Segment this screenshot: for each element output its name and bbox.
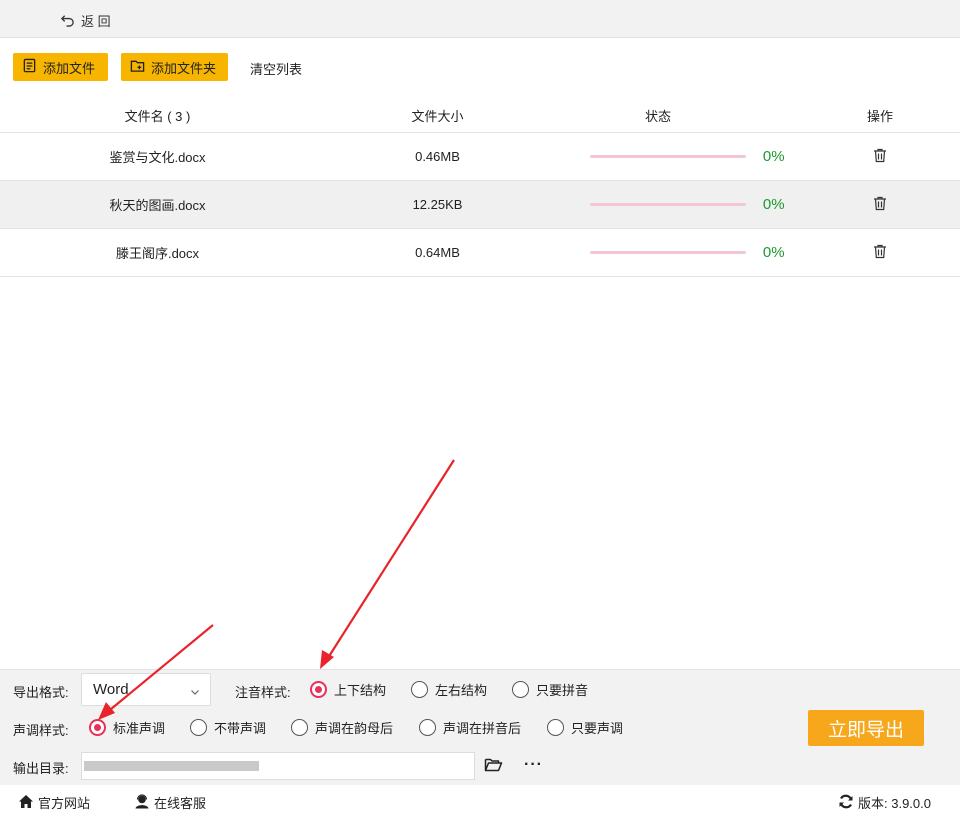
progress-percent: 0% [762, 148, 785, 165]
radio-label: 左右结构 [435, 683, 488, 698]
add-folder-icon [130, 58, 145, 76]
radio-dot [190, 719, 207, 736]
radio-annotation-left-right[interactable]: 左右结构 [411, 680, 487, 699]
action-cell [800, 148, 960, 166]
add-file-label: 添加文件 [43, 60, 96, 76]
more-options-button[interactable]: ··· [524, 756, 543, 774]
export-format-label: 导出格式: [13, 685, 69, 700]
progress-percent: 0% [762, 244, 785, 261]
header-filesize: 文件大小 [411, 108, 464, 124]
file-name: 鉴赏与文化.docx [109, 150, 206, 165]
status-cell: 0% [560, 196, 800, 213]
export-format-select[interactable]: Word [81, 673, 211, 706]
folder-open-icon[interactable] [484, 757, 503, 773]
annotation-style-label: 注音样式: [235, 685, 291, 700]
radio-dot [512, 681, 529, 698]
official-website-label: 官方网站 [38, 796, 91, 811]
delete-icon[interactable] [873, 148, 887, 166]
export-now-button[interactable]: 立即导出 [808, 710, 924, 746]
progress-bar [590, 251, 746, 254]
annotation-arrowhead-annotation-style [320, 650, 334, 669]
support-agent-icon [134, 793, 150, 812]
radio-tone-none[interactable]: 不带声调 [190, 718, 266, 737]
radio-label: 不带声调 [214, 721, 267, 736]
export-format-value: Word [93, 681, 129, 698]
online-support-label: 在线客服 [154, 796, 207, 811]
progress-bar [590, 203, 746, 206]
version-info[interactable]: 版本: 3.9.0.0 [838, 793, 931, 812]
add-folder-label: 添加文件夹 [151, 60, 217, 76]
action-cell [800, 196, 960, 214]
radio-tone-after-final[interactable]: 声调在韵母后 [291, 718, 393, 737]
radio-dot [419, 719, 436, 736]
table-row[interactable]: 滕王阁序.docx 0.64MB 0% [0, 229, 960, 277]
header-status: 状态 [560, 106, 800, 125]
refresh-icon [838, 794, 854, 812]
file-table: 文件名 ( 3 ) 文件大小 状态 操作 鉴赏与文化.docx 0.46MB 0… [0, 98, 960, 277]
action-cell [800, 244, 960, 262]
official-website-link[interactable]: 官方网站 [18, 793, 90, 812]
radio-dot [89, 719, 106, 736]
annotation-arrow-annotation-style [325, 459, 455, 662]
table-row[interactable]: 秋天的图画.docx 12.25KB 0% [0, 181, 960, 229]
radio-annotation-top-bottom[interactable]: 上下结构 [310, 680, 386, 699]
radio-dot [411, 681, 428, 698]
file-size: 0.46MB [415, 149, 460, 164]
radio-dot [310, 681, 327, 698]
radio-label: 上下结构 [334, 683, 387, 698]
radio-tone-after-pinyin[interactable]: 声调在拼音后 [419, 718, 521, 737]
file-size: 12.25KB [412, 197, 463, 212]
file-name: 秋天的图画.docx [109, 198, 206, 213]
radio-annotation-pinyin-only[interactable]: 只要拼音 [512, 680, 588, 699]
delete-icon[interactable] [873, 244, 887, 262]
tone-style-label: 声调样式: [13, 723, 69, 738]
file-name: 滕王阁序.docx [115, 246, 200, 261]
back-arrow-icon [60, 12, 75, 30]
table-row[interactable]: 鉴赏与文化.docx 0.46MB 0% [0, 133, 960, 181]
table-header: 文件名 ( 3 ) 文件大小 状态 操作 [0, 98, 960, 133]
status-cell: 0% [560, 148, 800, 165]
online-support-link[interactable]: 在线客服 [134, 793, 206, 812]
radio-label: 声调在韵母后 [315, 721, 394, 736]
home-icon [18, 794, 34, 812]
toolbar: 添加文件 添加文件夹 清空列表 [0, 38, 960, 96]
radio-label: 标准声调 [113, 721, 166, 736]
header-filename: 文件名 ( 3 ) [124, 108, 191, 124]
delete-icon[interactable] [873, 196, 887, 214]
radio-tone-standard[interactable]: 标准声调 [89, 718, 165, 737]
back-label: 返 回 [81, 14, 111, 29]
radio-label: 声调在拼音后 [443, 721, 522, 736]
file-size: 0.64MB [415, 245, 460, 260]
add-file-button[interactable]: 添加文件 [13, 53, 108, 81]
radio-label: 只要声调 [571, 721, 624, 736]
radio-tone-only[interactable]: 只要声调 [547, 718, 623, 737]
add-file-icon [22, 58, 37, 76]
clear-list-button[interactable]: 清空列表 [250, 59, 302, 78]
radio-label: 只要拼音 [536, 683, 589, 698]
header-action: 操作 [866, 108, 893, 124]
back-button[interactable]: 返 回 [60, 11, 111, 30]
status-bar: 官方网站 在线客服 版本: 3.9.0.0 [0, 786, 960, 816]
top-bar: 返 回 [0, 0, 960, 38]
options-panel: 导出格式: Word 注音样式: 上下结构 左右结构 只要拼音 声调样式: 标准… [0, 669, 960, 785]
version-label: 版本: 3.9.0.0 [858, 796, 931, 811]
status-cell: 0% [560, 244, 800, 261]
output-dir-label: 输出目录: [13, 761, 69, 776]
chevron-down-icon [190, 684, 200, 695]
progress-bar [590, 155, 746, 158]
output-dir-field[interactable] [81, 752, 475, 780]
progress-percent: 0% [762, 196, 785, 213]
header-status-label: 状态 [644, 108, 671, 124]
radio-dot [291, 719, 308, 736]
blurred-path [84, 761, 259, 771]
radio-dot [547, 719, 564, 736]
add-folder-button[interactable]: 添加文件夹 [121, 53, 228, 81]
